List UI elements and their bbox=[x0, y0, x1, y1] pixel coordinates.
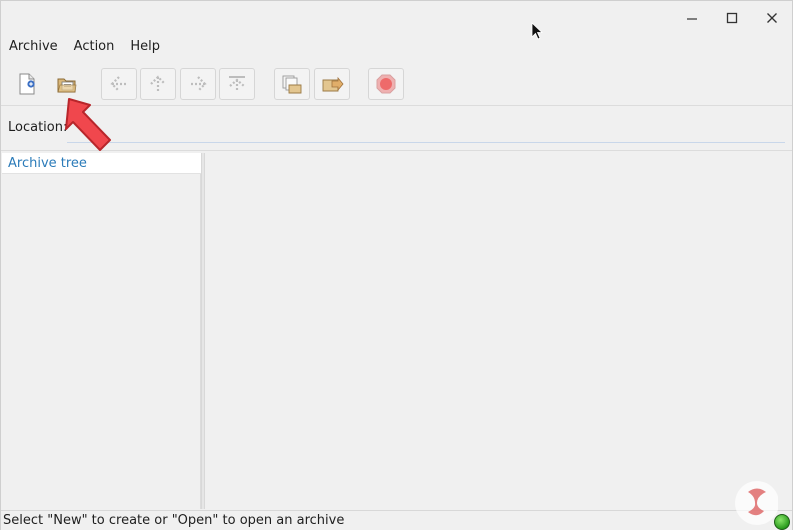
location-input[interactable] bbox=[67, 115, 785, 143]
add-files-icon bbox=[320, 73, 344, 95]
title-bar bbox=[1, 1, 792, 35]
minimize-icon bbox=[686, 12, 698, 24]
up-icon bbox=[147, 74, 169, 94]
close-button[interactable] bbox=[761, 7, 783, 29]
home-button[interactable] bbox=[219, 68, 255, 100]
toolbar-divider bbox=[1, 105, 792, 106]
maximize-button[interactable] bbox=[721, 7, 743, 29]
menu-archive[interactable]: Archive bbox=[1, 37, 66, 57]
watermark-logo-icon bbox=[700, 478, 779, 530]
new-archive-button[interactable] bbox=[9, 68, 45, 100]
archive-tree-pane[interactable]: Archive tree bbox=[2, 153, 201, 509]
forward-icon bbox=[187, 74, 209, 94]
stop-icon bbox=[375, 73, 397, 95]
menu-bar: Archive Action Help bbox=[1, 37, 168, 57]
annotation-arrow-icon bbox=[60, 96, 116, 160]
location-label: Location: bbox=[8, 120, 68, 135]
stop-button[interactable] bbox=[368, 68, 404, 100]
open-archive-icon bbox=[55, 73, 79, 95]
menu-help[interactable]: Help bbox=[122, 37, 168, 57]
home-icon bbox=[226, 74, 248, 94]
location-divider bbox=[1, 150, 792, 151]
menu-action[interactable]: Action bbox=[66, 37, 123, 57]
forward-button[interactable] bbox=[180, 68, 216, 100]
location-bar: Location: bbox=[1, 107, 792, 147]
status-text: Select "New" to create or "Open" to open… bbox=[3, 513, 345, 528]
up-button[interactable] bbox=[140, 68, 176, 100]
back-icon bbox=[108, 74, 130, 94]
close-icon bbox=[766, 12, 778, 24]
minimize-button[interactable] bbox=[681, 7, 703, 29]
new-archive-icon bbox=[16, 72, 38, 96]
add-files-button[interactable] bbox=[314, 68, 350, 100]
file-list-pane[interactable] bbox=[205, 153, 792, 509]
toolbar bbox=[1, 65, 792, 103]
mouse-cursor-icon bbox=[531, 22, 544, 44]
extract-icon bbox=[280, 73, 304, 95]
extract-button[interactable] bbox=[274, 68, 310, 100]
app-window: Archive Action Help Location: Archive tr… bbox=[0, 0, 793, 530]
status-bar: Select "New" to create or "Open" to open… bbox=[1, 510, 792, 530]
maximize-icon bbox=[726, 12, 738, 24]
